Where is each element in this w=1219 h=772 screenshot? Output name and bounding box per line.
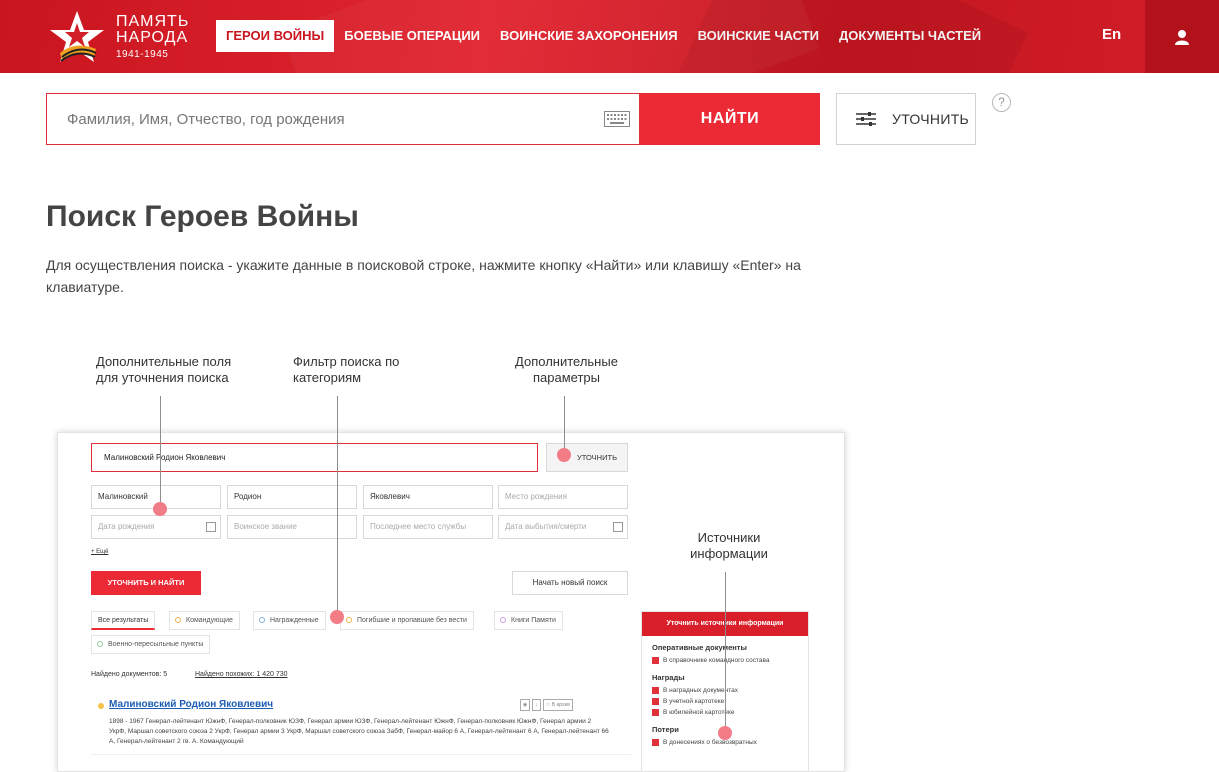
view-icon: ◉ xyxy=(520,699,531,711)
checkbox-icon xyxy=(652,739,659,746)
checkbox-icon xyxy=(652,687,659,694)
illustration-tab-killed-missing: Погибшие и пропавшие без вести xyxy=(340,611,474,630)
calendar-icon xyxy=(613,522,623,532)
search-box xyxy=(46,93,640,145)
illustration-tab-all: Все результаты xyxy=(91,611,156,630)
annotation-dot xyxy=(718,726,732,740)
nav-item-operations[interactable]: БОЕВЫЕ ОПЕРАЦИИ xyxy=(334,20,490,52)
page-title: Поиск Героев Войны xyxy=(46,200,359,233)
calendar-icon xyxy=(206,522,216,532)
annotation-extra-params: Дополнительные параметры xyxy=(515,354,618,385)
illustration-result-name: Малиновский Родион Яковлевич xyxy=(109,699,274,710)
annotation-dot xyxy=(330,610,344,624)
illustration-result-tools: ◉ ↓ ☆ В архив xyxy=(520,699,573,711)
annotation-line xyxy=(160,396,161,508)
illustration-tab-memory-books: Книги Памяти xyxy=(494,611,563,630)
illustration-refine-find-button: УТОЧНИТЬ И НАЙТИ xyxy=(91,571,201,595)
annotation-line xyxy=(725,572,726,732)
annotation-sources: Источники информации xyxy=(684,530,774,562)
language-switch[interactable]: En xyxy=(1102,26,1121,43)
nav-item-units[interactable]: ВОИНСКИЕ ЧАСТИ xyxy=(688,20,829,52)
result-marker xyxy=(98,703,104,709)
nav-item-burials[interactable]: ВОИНСКИЕ ЗАХОРОНЕНИЯ xyxy=(490,20,688,52)
annotation-extra-fields: Дополнительные поля для уточнения поиска xyxy=(96,354,232,385)
illustration-tab-transit-points: Военно-пересыльные пункты xyxy=(91,635,211,654)
illustration-result-text: 1898 - 1967 Генерал-лейтенант ЮжнФ, Гене… xyxy=(109,718,609,745)
illustration-new-search-button: Начать новый поиск xyxy=(512,571,628,595)
illustration-more-link: + Ещё xyxy=(91,549,109,555)
download-icon: ↓ xyxy=(532,699,541,711)
logo-title: ПАМЯТЬ НАРОДА xyxy=(116,13,190,46)
illustration-tab-awarded: Награжденные xyxy=(253,611,326,630)
find-button[interactable]: НАЙТИ xyxy=(640,93,820,145)
illustration-field-last-service: Последнее место службы xyxy=(363,515,493,539)
nav-item-unit-documents[interactable]: ДОКУМЕНТЫ ЧАСТЕЙ xyxy=(829,20,991,52)
annotation-line xyxy=(337,396,338,616)
checkbox-icon xyxy=(652,698,659,705)
user-icon xyxy=(1175,29,1189,45)
annotation-dot xyxy=(557,448,571,462)
illustration-field-patronymic: Яковлевич xyxy=(363,485,493,509)
help-icon[interactable]: ? xyxy=(992,93,1011,112)
main-nav: ГЕРОИ ВОЙНЫ БОЕВЫЕ ОПЕРАЦИИ ВОИНСКИЕ ЗАХ… xyxy=(216,20,991,52)
annotation-line xyxy=(564,396,565,454)
divider xyxy=(91,754,631,755)
search-input[interactable] xyxy=(47,94,597,144)
illustration-field-birth-place: Место рождения xyxy=(498,485,628,509)
search-illustration: Малиновский Родион Яковлевич УТОЧНИТЬ Ма… xyxy=(57,432,845,772)
illustration-search-input: Малиновский Родион Яковлевич xyxy=(91,443,538,472)
annotation-dot xyxy=(153,502,167,516)
refine-button[interactable]: УТОЧНИТЬ xyxy=(836,93,976,145)
checkbox-icon xyxy=(652,657,659,664)
sliders-icon xyxy=(856,112,876,126)
archive-button: ☆ В архив xyxy=(542,699,573,711)
site-logo[interactable]: ПАМЯТЬ НАРОДА 1941-1945 xyxy=(46,9,206,65)
illustration-tab-commanders: Командующие xyxy=(169,611,240,630)
logo-years: 1941-1945 xyxy=(116,49,169,60)
illustration-found-count: Найдено документов: 5 xyxy=(91,671,168,678)
illustration-field-leave-date: Дата выбытия/смерти xyxy=(498,515,628,539)
annotation-category-filter: Фильтр поиска по категориям xyxy=(293,354,400,385)
nav-item-heroes[interactable]: ГЕРОИ ВОЙНЫ xyxy=(216,20,335,52)
illustration-similar-count: Найдено похожих: 1 420 730 xyxy=(195,671,288,678)
page-description: Для осуществления поиска - укажите данны… xyxy=(46,257,801,295)
illustration-field-birth-date: Дата рождения xyxy=(91,515,221,539)
star-logo-icon xyxy=(50,11,104,62)
top-header: ПАМЯТЬ НАРОДА 1941-1945 ГЕРОИ ВОЙНЫ БОЕВ… xyxy=(0,0,1219,73)
checkbox-icon xyxy=(652,709,659,716)
user-account-button[interactable] xyxy=(1145,0,1219,73)
keyboard-icon[interactable] xyxy=(604,111,630,127)
refine-label: УТОЧНИТЬ xyxy=(892,111,970,127)
